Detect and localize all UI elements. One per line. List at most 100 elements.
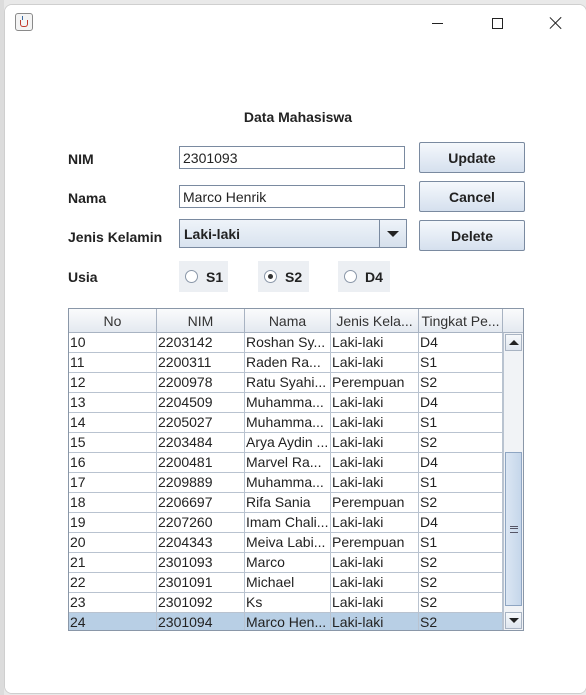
table-cell[interactable]: Rifa Sania (245, 493, 331, 513)
table-cell[interactable]: Laki-laki (331, 613, 419, 630)
table-cell[interactable]: 2205027 (157, 413, 245, 433)
table-cell[interactable]: 20 (69, 533, 157, 553)
table-cell[interactable]: S2 (419, 373, 503, 393)
column-header-no[interactable]: No (69, 309, 157, 333)
table-cell[interactable]: 13 (69, 393, 157, 413)
table-cell[interactable]: S1 (419, 413, 503, 433)
table-cell[interactable]: 2200311 (157, 353, 245, 373)
table-cell[interactable]: Laki-laki (331, 513, 419, 533)
table-row[interactable]: 11 2200311 Raden Ra... Laki-laki S1 (69, 353, 503, 373)
table-cell[interactable]: 18 (69, 493, 157, 513)
table-cell[interactable]: 21 (69, 553, 157, 573)
table-cell[interactable]: Marco (245, 553, 331, 573)
table-cell[interactable]: Michael (245, 573, 331, 593)
table-cell[interactable]: D4 (419, 513, 503, 533)
table-cell[interactable]: 2301094 (157, 613, 245, 630)
table-cell[interactable]: Perempuan (331, 373, 419, 393)
table-cell[interactable]: D4 (419, 393, 503, 413)
close-button[interactable] (533, 5, 579, 41)
table-cell[interactable]: Imam Chali... (245, 513, 331, 533)
table-cell[interactable]: Ks (245, 593, 331, 613)
table-cell[interactable]: 12 (69, 373, 157, 393)
table-row[interactable]: 24 2301094 Marco Hen... Laki-laki S2 (69, 613, 503, 630)
table-cell[interactable]: 2200481 (157, 453, 245, 473)
table-row[interactable]: 18 2206697 Rifa Sania Perempuan S2 (69, 493, 503, 513)
table-row[interactable]: 13 2204509 Muhamma... Laki-laki D4 (69, 393, 503, 413)
table-cell[interactable]: Laki-laki (331, 593, 419, 613)
table-cell[interactable]: Marco Hen... (245, 613, 331, 630)
radio-s2[interactable]: S2 (258, 261, 309, 292)
update-button[interactable]: Update (419, 142, 525, 173)
maximize-button[interactable] (474, 5, 520, 41)
nim-field[interactable] (179, 146, 405, 169)
radio-d4[interactable]: D4 (338, 261, 390, 292)
scroll-up-icon[interactable] (505, 334, 522, 351)
table-cell[interactable]: Perempuan (331, 533, 419, 553)
table-row[interactable]: 19 2207260 Imam Chali... Laki-laki D4 (69, 513, 503, 533)
table-cell[interactable]: S2 (419, 553, 503, 573)
table-row[interactable]: 23 2301092 Ks Laki-laki S2 (69, 593, 503, 613)
table-cell[interactable]: Laki-laki (331, 473, 419, 493)
table-cell[interactable]: Laki-laki (331, 433, 419, 453)
table-cell[interactable]: 24 (69, 613, 157, 630)
table-cell[interactable]: 15 (69, 433, 157, 453)
table-cell[interactable]: 2207260 (157, 513, 245, 533)
column-header-nim[interactable]: NIM (157, 309, 245, 333)
table-cell[interactable]: Laki-laki (331, 573, 419, 593)
radio-s1[interactable]: S1 (179, 261, 228, 292)
table-cell[interactable]: D4 (419, 333, 503, 353)
table-cell[interactable]: 14 (69, 413, 157, 433)
column-header-jenis-kelamin[interactable]: Jenis Kela... (331, 309, 419, 333)
table-cell[interactable]: 2301092 (157, 593, 245, 613)
table-cell[interactable]: Laki-laki (331, 353, 419, 373)
table-cell[interactable]: Ratu Syahi... (245, 373, 331, 393)
table-cell[interactable]: S2 (419, 573, 503, 593)
table-cell[interactable]: Meiva Labi... (245, 533, 331, 553)
table-cell[interactable]: 2203484 (157, 433, 245, 453)
table-cell[interactable]: 2206697 (157, 493, 245, 513)
table-row[interactable]: 10 2203142 Roshan Sy... Laki-laki D4 (69, 333, 503, 353)
table-cell[interactable]: Raden Ra... (245, 353, 331, 373)
table-cell[interactable]: S1 (419, 533, 503, 553)
table-row[interactable]: 16 2200481 Marvel Ra... Laki-laki D4 (69, 453, 503, 473)
table-cell[interactable]: Laki-laki (331, 453, 419, 473)
table-cell[interactable]: Laki-laki (331, 333, 419, 353)
table-cell[interactable]: Arya Aydin ... (245, 433, 331, 453)
table-row[interactable]: 15 2203484 Arya Aydin ... Laki-laki S2 (69, 433, 503, 453)
table-cell[interactable]: 2209889 (157, 473, 245, 493)
column-header-nama[interactable]: Nama (245, 309, 331, 333)
table-cell[interactable]: Laki-laki (331, 553, 419, 573)
table-cell[interactable]: 22 (69, 573, 157, 593)
nama-field[interactable] (179, 185, 405, 208)
table-cell[interactable]: S2 (419, 593, 503, 613)
minimize-button[interactable] (414, 5, 460, 41)
table-cell[interactable]: D4 (419, 453, 503, 473)
table-cell[interactable]: 11 (69, 353, 157, 373)
table-cell[interactable]: Marvel Ra... (245, 453, 331, 473)
table-row[interactable]: 22 2301091 Michael Laki-laki S2 (69, 573, 503, 593)
table-cell[interactable]: 2301093 (157, 553, 245, 573)
table-cell[interactable]: 17 (69, 473, 157, 493)
table-cell[interactable]: S2 (419, 493, 503, 513)
cancel-button[interactable]: Cancel (419, 181, 525, 212)
delete-button[interactable]: Delete (419, 220, 525, 251)
table-cell[interactable]: 2200978 (157, 373, 245, 393)
table-cell[interactable]: 2204509 (157, 393, 245, 413)
table-cell[interactable]: 10 (69, 333, 157, 353)
table-row[interactable]: 12 2200978 Ratu Syahi... Perempuan S2 (69, 373, 503, 393)
table-cell[interactable]: Muhamma... (245, 393, 331, 413)
table-cell[interactable]: Laki-laki (331, 413, 419, 433)
table-cell[interactable]: 2204343 (157, 533, 245, 553)
table-cell[interactable]: 2301091 (157, 573, 245, 593)
scroll-down-icon[interactable] (505, 612, 522, 629)
table-row[interactable]: 14 2205027 Muhamma... Laki-laki S1 (69, 413, 503, 433)
table-cell[interactable]: 16 (69, 453, 157, 473)
vertical-scrollbar[interactable] (503, 333, 523, 630)
table-row[interactable]: 21 2301093 Marco Laki-laki S2 (69, 553, 503, 573)
table-cell[interactable]: Perempuan (331, 493, 419, 513)
table-cell[interactable]: Laki-laki (331, 393, 419, 413)
table-row[interactable]: 20 2204343 Meiva Labi... Perempuan S1 (69, 533, 503, 553)
scrollbar-thumb[interactable] (505, 452, 522, 606)
table-cell[interactable]: Roshan Sy... (245, 333, 331, 353)
column-header-tingkat[interactable]: Tingkat Pe... (419, 309, 503, 333)
